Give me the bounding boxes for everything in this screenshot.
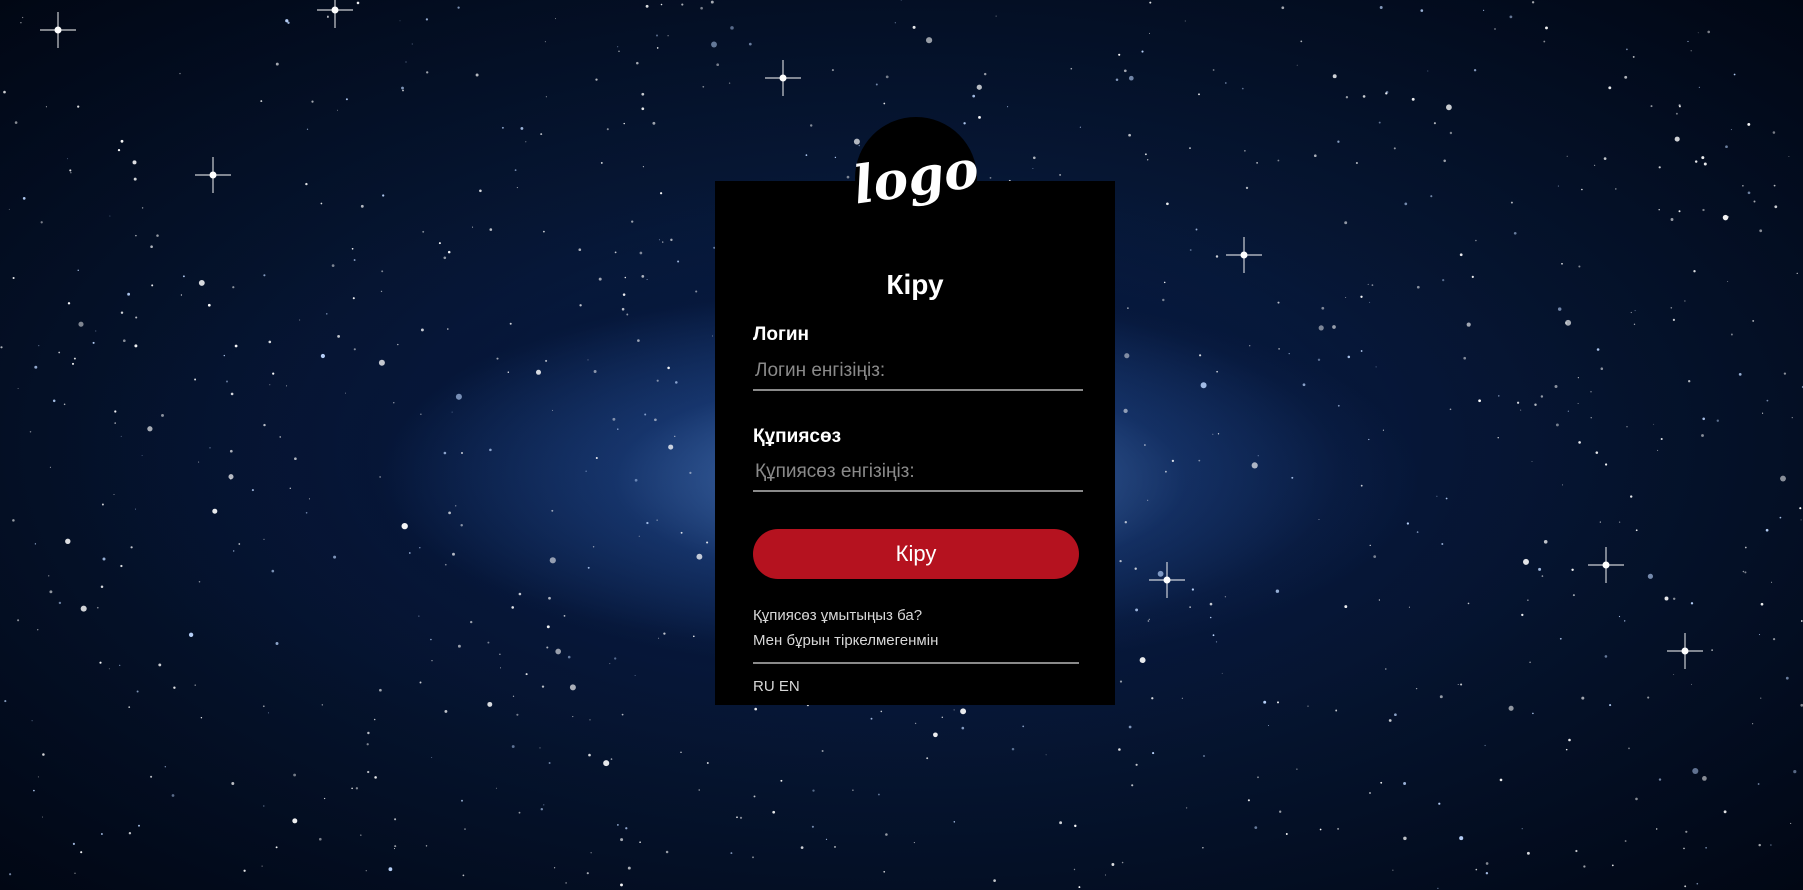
register-link[interactable]: Мен бұрын тіркелмегенмін — [753, 632, 938, 649]
password-label: Құпиясөз — [753, 426, 842, 447]
language-switcher: RU EN — [753, 678, 800, 695]
password-input[interactable] — [753, 454, 1083, 492]
login-input[interactable] — [753, 353, 1083, 391]
login-card: Кіру Логин Құпиясөз Кіру Құпиясөз ұмытың… — [715, 181, 1115, 705]
language-ru[interactable]: RU — [753, 678, 775, 695]
login-button[interactable]: Кіру — [753, 529, 1079, 579]
divider — [753, 662, 1079, 664]
logo-text: logo — [855, 139, 977, 217]
logo-icon: logo — [855, 139, 977, 217]
login-label: Логин — [753, 324, 810, 345]
language-en[interactable]: EN — [779, 678, 800, 695]
logo: logo — [855, 117, 977, 239]
page-title: Кіру — [886, 269, 944, 300]
forgot-password-link[interactable]: Құпиясөз ұмытыңыз ба? — [753, 607, 922, 624]
